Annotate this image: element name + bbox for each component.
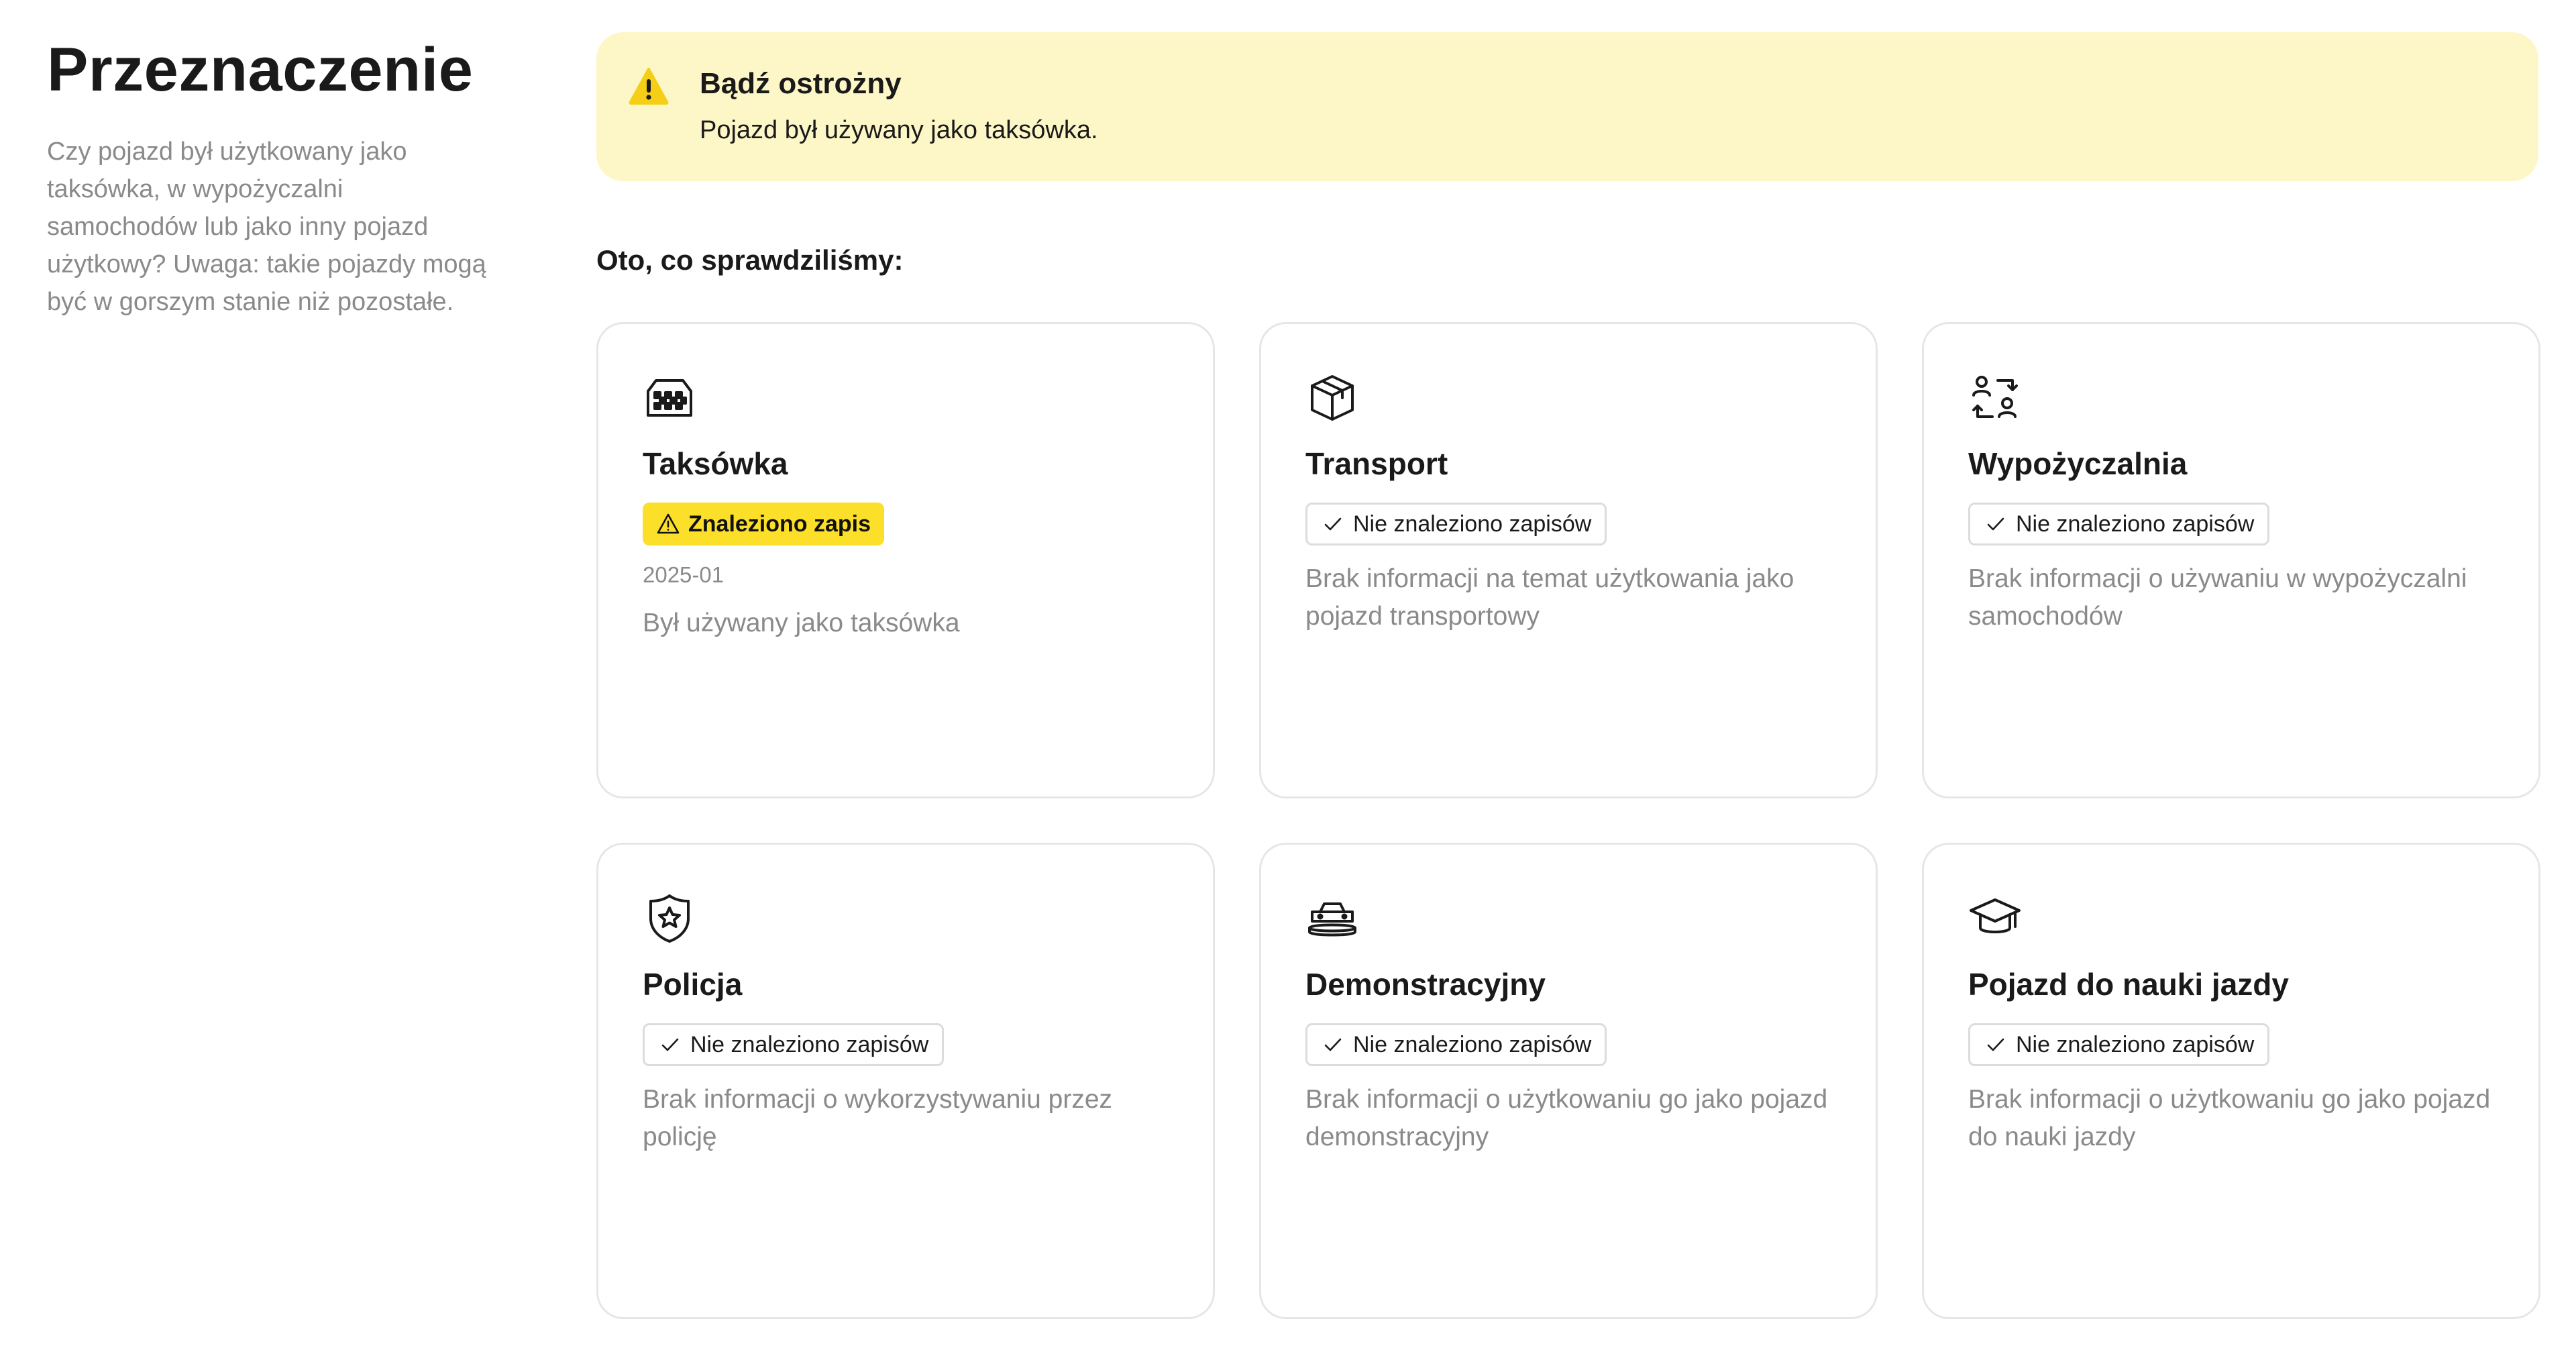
status-label: Nie znaleziono zapisów xyxy=(2016,1032,2255,1057)
main-content: Bądź ostrożny Pojazd był używany jako ta… xyxy=(596,32,2540,1319)
status-label: Nie znaleziono zapisów xyxy=(2016,511,2255,537)
card-description: Brak informacji o wykorzystywaniu przez … xyxy=(643,1085,1113,1151)
check-card-rental: Wypożyczalnia Nie znaleziono zapisów Bra… xyxy=(1922,322,2540,798)
card-title: Transport xyxy=(1305,446,1448,481)
police-badge-icon xyxy=(649,894,690,943)
sidebar: Przeznaczenie Czy pojazd był użytkowany … xyxy=(47,32,490,321)
status-badge-none: Nie znaleziono zapisów xyxy=(1305,503,1607,545)
card-description: Był używany jako taksówka xyxy=(643,609,960,637)
section-description: Czy pojazd był użytkowany jako taksówka,… xyxy=(47,138,486,316)
check-card-taxi: Taksówka Znaleziono zapis 2025-01 Był uż… xyxy=(596,322,1215,798)
taxi-icon xyxy=(647,379,692,417)
warning-icon xyxy=(629,68,669,105)
alert-title: Bądź ostrożny xyxy=(700,67,902,100)
check-card-driving-school: Pojazd do nauki jazdy Nie znaleziono zap… xyxy=(1922,843,2540,1319)
check-icon xyxy=(661,1038,679,1051)
card-title: Wypożyczalnia xyxy=(1968,446,2188,481)
record-date: 2025-01 xyxy=(643,562,724,587)
check-card-demo: Demonstracyjny Nie znaleziono zapisów Br… xyxy=(1259,843,1878,1319)
card-description: Brak informacji o użytkowaniu go jako po… xyxy=(1305,1085,1828,1151)
page-title: Przeznaczenie xyxy=(47,36,474,104)
card-title: Pojazd do nauki jazdy xyxy=(1968,967,2289,1002)
check-icon xyxy=(1324,517,1342,531)
rental-swap-icon xyxy=(1972,376,2018,418)
status-badge-none: Nie znaleziono zapisów xyxy=(1968,1023,2270,1066)
card-description: Brak informacji o użytkowaniu go jako po… xyxy=(1968,1085,2491,1151)
check-icon xyxy=(1987,1038,2004,1051)
box-icon xyxy=(1311,375,1354,421)
card-description: Brak informacji o używaniu w wypożyczaln… xyxy=(1968,564,2467,631)
status-badge-none: Nie znaleziono zapisów xyxy=(643,1023,945,1066)
card-title: Policja xyxy=(643,967,743,1002)
status-label: Nie znaleziono zapisów xyxy=(690,1032,929,1057)
warning-icon xyxy=(657,513,680,534)
card-title: Demonstracyjny xyxy=(1305,967,1546,1002)
car-display-icon xyxy=(1308,902,1356,937)
status-badge-none: Nie znaleziono zapisów xyxy=(1305,1023,1607,1066)
status-badge-none: Nie znaleziono zapisów xyxy=(1968,503,2270,545)
status-label: Znaleziono zapis xyxy=(688,511,871,537)
card-description: Brak informacji na temat użytkowania jak… xyxy=(1305,564,1794,631)
checked-heading: Oto, co sprawdziliśmy: xyxy=(596,244,904,276)
graduation-cap-icon xyxy=(1970,898,2021,933)
check-icon xyxy=(1987,517,2004,531)
card-title: Taksówka xyxy=(643,446,788,481)
checks-grid: Taksówka Znaleziono zapis 2025-01 Był uż… xyxy=(596,322,2540,1319)
status-badge-found: Znaleziono zapis xyxy=(643,503,885,545)
status-label: Nie znaleziono zapisów xyxy=(1353,511,1592,537)
caution-alert: Bądź ostrożny Pojazd był używany jako ta… xyxy=(596,32,2538,181)
status-label: Nie znaleziono zapisów xyxy=(1353,1032,1592,1057)
check-icon xyxy=(1324,1038,1342,1051)
alert-text: Pojazd był używany jako taksówka. xyxy=(700,116,1098,144)
page: Przeznaczenie Czy pojazd był użytkowany … xyxy=(0,0,2576,1354)
check-card-police: Policja Nie znaleziono zapisów Brak info… xyxy=(596,843,1215,1319)
check-card-transport: Transport Nie znaleziono zapisów Brak in… xyxy=(1259,322,1878,798)
